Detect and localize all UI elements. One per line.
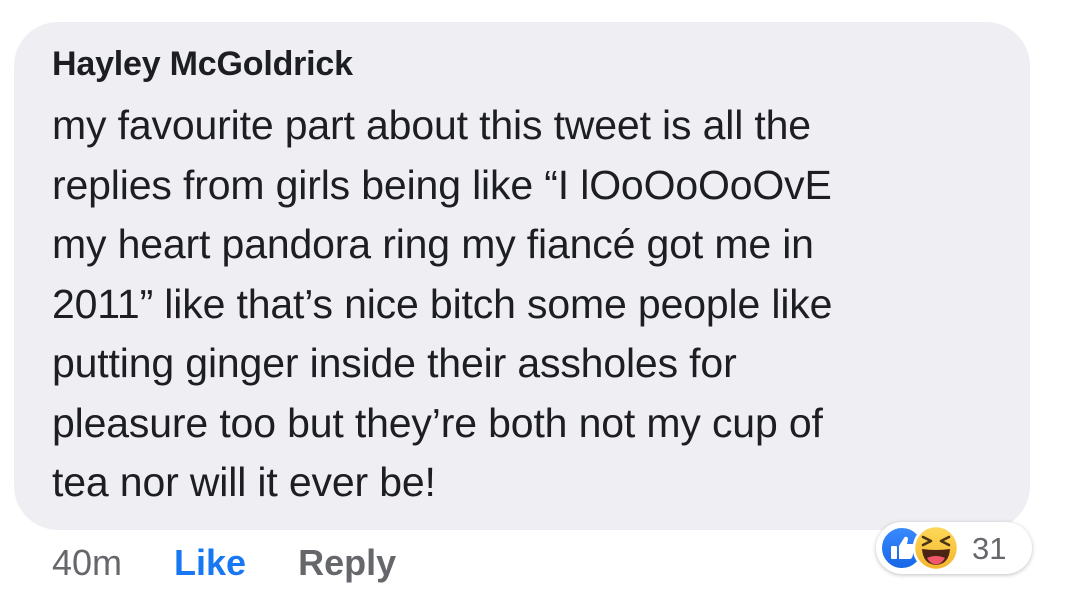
- comment-actions: 40m Like Reply: [52, 540, 396, 586]
- comment-line: 2011” like that’s nice bitch some people…: [52, 280, 833, 327]
- comment-line: tea nor will it ever be!: [52, 459, 436, 505]
- comment-line: my heart pandora ring my fiancé got me i…: [52, 221, 814, 267]
- comment-line: pleasure too but they’re both not my cup…: [52, 399, 823, 446]
- like-button[interactable]: Like: [174, 542, 246, 584]
- haha-reaction-icon: [912, 524, 960, 572]
- comment-line: replies from girls being like “I lOoOoOo…: [52, 161, 832, 208]
- comment-body: my favourite part about this tweet is al…: [52, 96, 1012, 513]
- comment-author-name[interactable]: Hayley McGoldrick: [52, 45, 353, 84]
- reply-button[interactable]: Reply: [298, 542, 396, 584]
- comment-line: putting ginger inside their assholes for: [52, 340, 737, 386]
- reactions-summary[interactable]: 31: [876, 522, 1032, 574]
- comment-line: my favourite part about this tweet is al…: [52, 102, 811, 148]
- reaction-count: 31: [972, 531, 1007, 566]
- comment-timestamp[interactable]: 40m: [52, 542, 122, 584]
- comment-container: Hayley McGoldrick my favourite part abou…: [0, 0, 1082, 593]
